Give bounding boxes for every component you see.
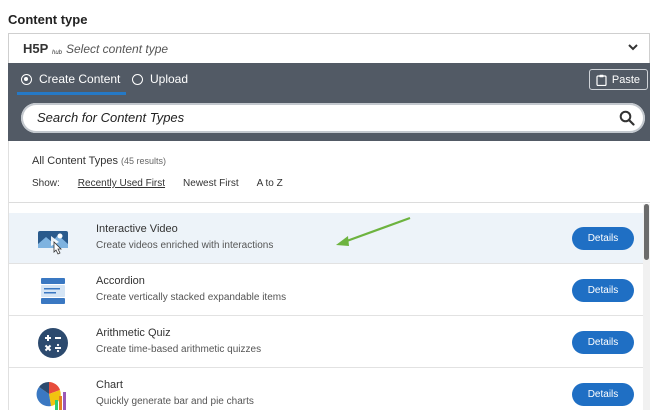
sort-newest-first[interactable]: Newest First <box>183 178 239 189</box>
list-item-arithmetic-quiz[interactable]: Arithmetic Quiz Create time-based arithm… <box>9 317 643 368</box>
svg-text:H5P: H5P <box>23 41 49 56</box>
list-item-interactive-video[interactable]: Interactive Video Create videos enriched… <box>9 213 643 264</box>
scrollbar-thumb[interactable] <box>644 204 649 260</box>
tab-bar: Create Content Upload Paste <box>8 63 650 95</box>
chart-icon <box>36 381 66 410</box>
item-description: Create videos enriched with interactions <box>96 240 274 251</box>
item-title: Interactive Video <box>96 223 178 235</box>
sort-a-to-z[interactable]: A to Z <box>257 178 283 189</box>
details-button[interactable]: Details <box>572 331 634 354</box>
item-description: Quickly generate bar and pie charts <box>96 396 254 407</box>
results-count: (45 results) <box>121 156 167 166</box>
item-description: Create time-based arithmetic quizzes <box>96 344 262 355</box>
sort-options: Show: Recently Used First Newest First A… <box>32 178 283 189</box>
search-area <box>8 95 650 141</box>
search-field <box>21 103 645 133</box>
details-button[interactable]: Details <box>572 227 634 250</box>
paste-label: Paste <box>611 73 640 86</box>
search-icon[interactable] <box>619 110 635 126</box>
item-title: Accordion <box>96 275 145 287</box>
chevron-down-icon[interactable] <box>627 41 639 53</box>
search-input[interactable] <box>37 110 597 125</box>
content-type-selector[interactable]: H5P hub Select content type <box>8 33 650 63</box>
content-type-list-panel: All Content Types (45 results) Show: Rece… <box>8 141 650 410</box>
paste-button[interactable]: Paste <box>588 69 648 90</box>
scrollbar[interactable] <box>643 204 650 410</box>
arithmetic-quiz-icon <box>38 328 68 358</box>
item-title: Chart <box>96 379 123 391</box>
interactive-video-icon <box>38 231 68 255</box>
results-heading: All Content Types (45 results) <box>32 155 166 167</box>
show-label: Show: <box>32 178 60 189</box>
item-description: Create vertically stacked expandable ite… <box>96 292 287 303</box>
svg-text:hub: hub <box>52 50 63 56</box>
h5p-hub-logo-icon: H5P hub <box>23 41 63 56</box>
clipboard-icon <box>596 74 607 86</box>
tab-create-content[interactable]: Create Content <box>16 63 127 95</box>
content-type-label: Content type <box>8 12 88 27</box>
accordion-icon <box>41 278 65 304</box>
tab-upload-label: Upload <box>150 72 189 86</box>
tab-create-content-label: Create Content <box>39 72 121 86</box>
details-button[interactable]: Details <box>572 383 634 406</box>
tab-upload[interactable]: Upload <box>132 63 188 95</box>
list-item-accordion[interactable]: Accordion Create vertically stacked expa… <box>9 265 643 316</box>
divider <box>9 202 650 203</box>
details-button[interactable]: Details <box>572 279 634 302</box>
radio-selected-icon <box>21 73 32 85</box>
select-placeholder: Select content type <box>66 42 169 56</box>
item-title: Arithmetic Quiz <box>96 327 171 339</box>
list-item-chart[interactable]: Chart Quickly generate bar and pie chart… <box>9 369 643 410</box>
results-title: All Content Types <box>32 155 119 167</box>
sort-recently-used[interactable]: Recently Used First <box>78 178 165 189</box>
radio-unselected-icon <box>132 73 143 85</box>
